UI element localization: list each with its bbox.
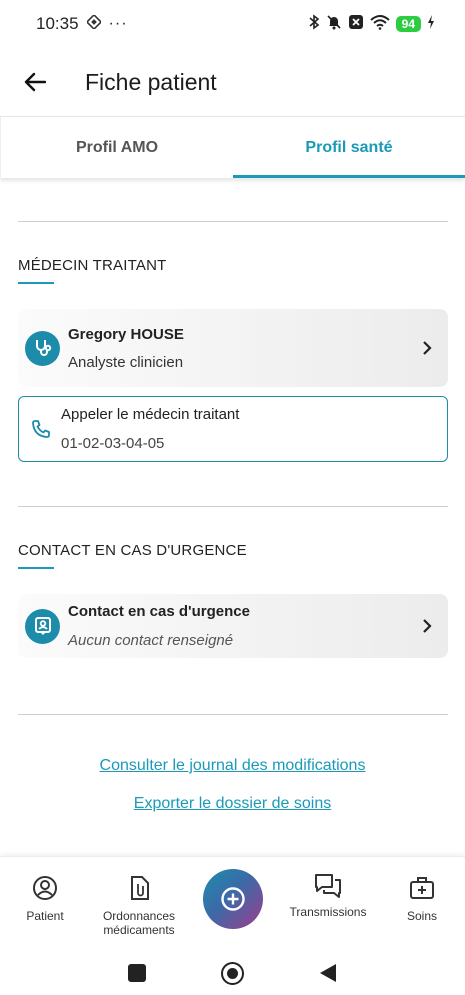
nav-transmissions[interactable]: Transmissions	[284, 873, 372, 919]
contact-badge-icon	[25, 608, 60, 644]
home-button[interactable]	[221, 962, 244, 985]
mute-icon	[326, 14, 342, 35]
section-underline	[18, 567, 54, 569]
export-link[interactable]: Exporter le dossier de soins	[0, 795, 465, 813]
arrow-back-icon	[24, 72, 46, 92]
prescription-clip-icon	[131, 876, 149, 900]
add-button[interactable]	[203, 869, 263, 929]
page-title: Fiche patient	[85, 68, 217, 95]
divider	[18, 221, 448, 222]
wifi-icon	[369, 14, 390, 35]
stethoscope-icon	[25, 330, 60, 366]
emergency-contact-title: Contact en cas d'urgence	[68, 603, 250, 620]
back-nav-button[interactable]	[319, 963, 337, 988]
nav-ordonnances-label-1: Ordonnances	[102, 909, 176, 923]
section-underline	[18, 282, 54, 284]
nav-ordonnances-label-2: médicaments	[103, 923, 175, 937]
bottom-nav: Patient Ordonnances médicaments Transmis…	[0, 856, 465, 942]
nav-patient[interactable]: Patient	[16, 875, 74, 923]
bluetooth-icon	[308, 13, 320, 35]
divider	[18, 506, 448, 507]
patient-icon	[33, 876, 57, 900]
plus-circle-icon	[221, 887, 245, 911]
back-button[interactable]	[0, 48, 70, 116]
chevron-right-icon	[412, 341, 442, 355]
status-time: 10:35	[36, 14, 79, 33]
charging-icon	[427, 14, 435, 34]
journal-link[interactable]: Consulter le journal des modifications	[0, 757, 465, 775]
emergency-contact-card[interactable]: Contact en cas d'urgence Aucun contact r…	[18, 594, 448, 658]
call-label: Appeler le médecin traitant	[61, 406, 240, 423]
app-notification-icon	[348, 14, 364, 35]
nav-patient-label: Patient	[26, 909, 64, 923]
emergency-contact-status: Aucun contact renseigné	[68, 632, 234, 649]
section-title-contact: CONTACT EN CAS D'URGENCE	[18, 542, 247, 559]
status-bar: 10:35 ··· 94	[0, 0, 465, 48]
medecin-name: Gregory HOUSE	[68, 325, 184, 343]
tab-profil-sante[interactable]: Profil santé	[233, 117, 465, 178]
battery-level: 94	[395, 16, 421, 32]
system-nav-bar	[0, 948, 465, 995]
medecin-phone: 01-02-03-04-05	[61, 435, 165, 452]
chevron-right-icon	[412, 619, 442, 633]
tab-bar: Profil AMO Profil santé	[0, 116, 465, 178]
medical-kit-icon	[410, 877, 434, 899]
nav-transmissions-label: Transmissions	[289, 905, 367, 919]
medecin-role: Analyste clinicien	[68, 353, 184, 371]
nav-ordonnances[interactable]: Ordonnances médicaments	[98, 875, 180, 937]
app-bar: Fiche patient	[0, 48, 465, 116]
nfc-icon	[85, 13, 102, 34]
tab-profil-amo[interactable]: Profil AMO	[0, 117, 233, 178]
phone-icon	[21, 420, 61, 438]
more-notifications-icon: ···	[108, 15, 128, 32]
medecin-card[interactable]: Gregory HOUSE Analyste clinicien	[18, 309, 448, 387]
call-medecin-button[interactable]: Appeler le médecin traitant 01-02-03-04-…	[18, 396, 448, 462]
nav-soins[interactable]: Soins	[398, 875, 446, 923]
divider	[18, 714, 448, 715]
nav-soins-label: Soins	[406, 909, 438, 923]
chat-icon	[315, 874, 341, 898]
section-title-medecin: MÉDECIN TRAITANT	[18, 257, 167, 274]
recents-button[interactable]	[128, 964, 146, 982]
